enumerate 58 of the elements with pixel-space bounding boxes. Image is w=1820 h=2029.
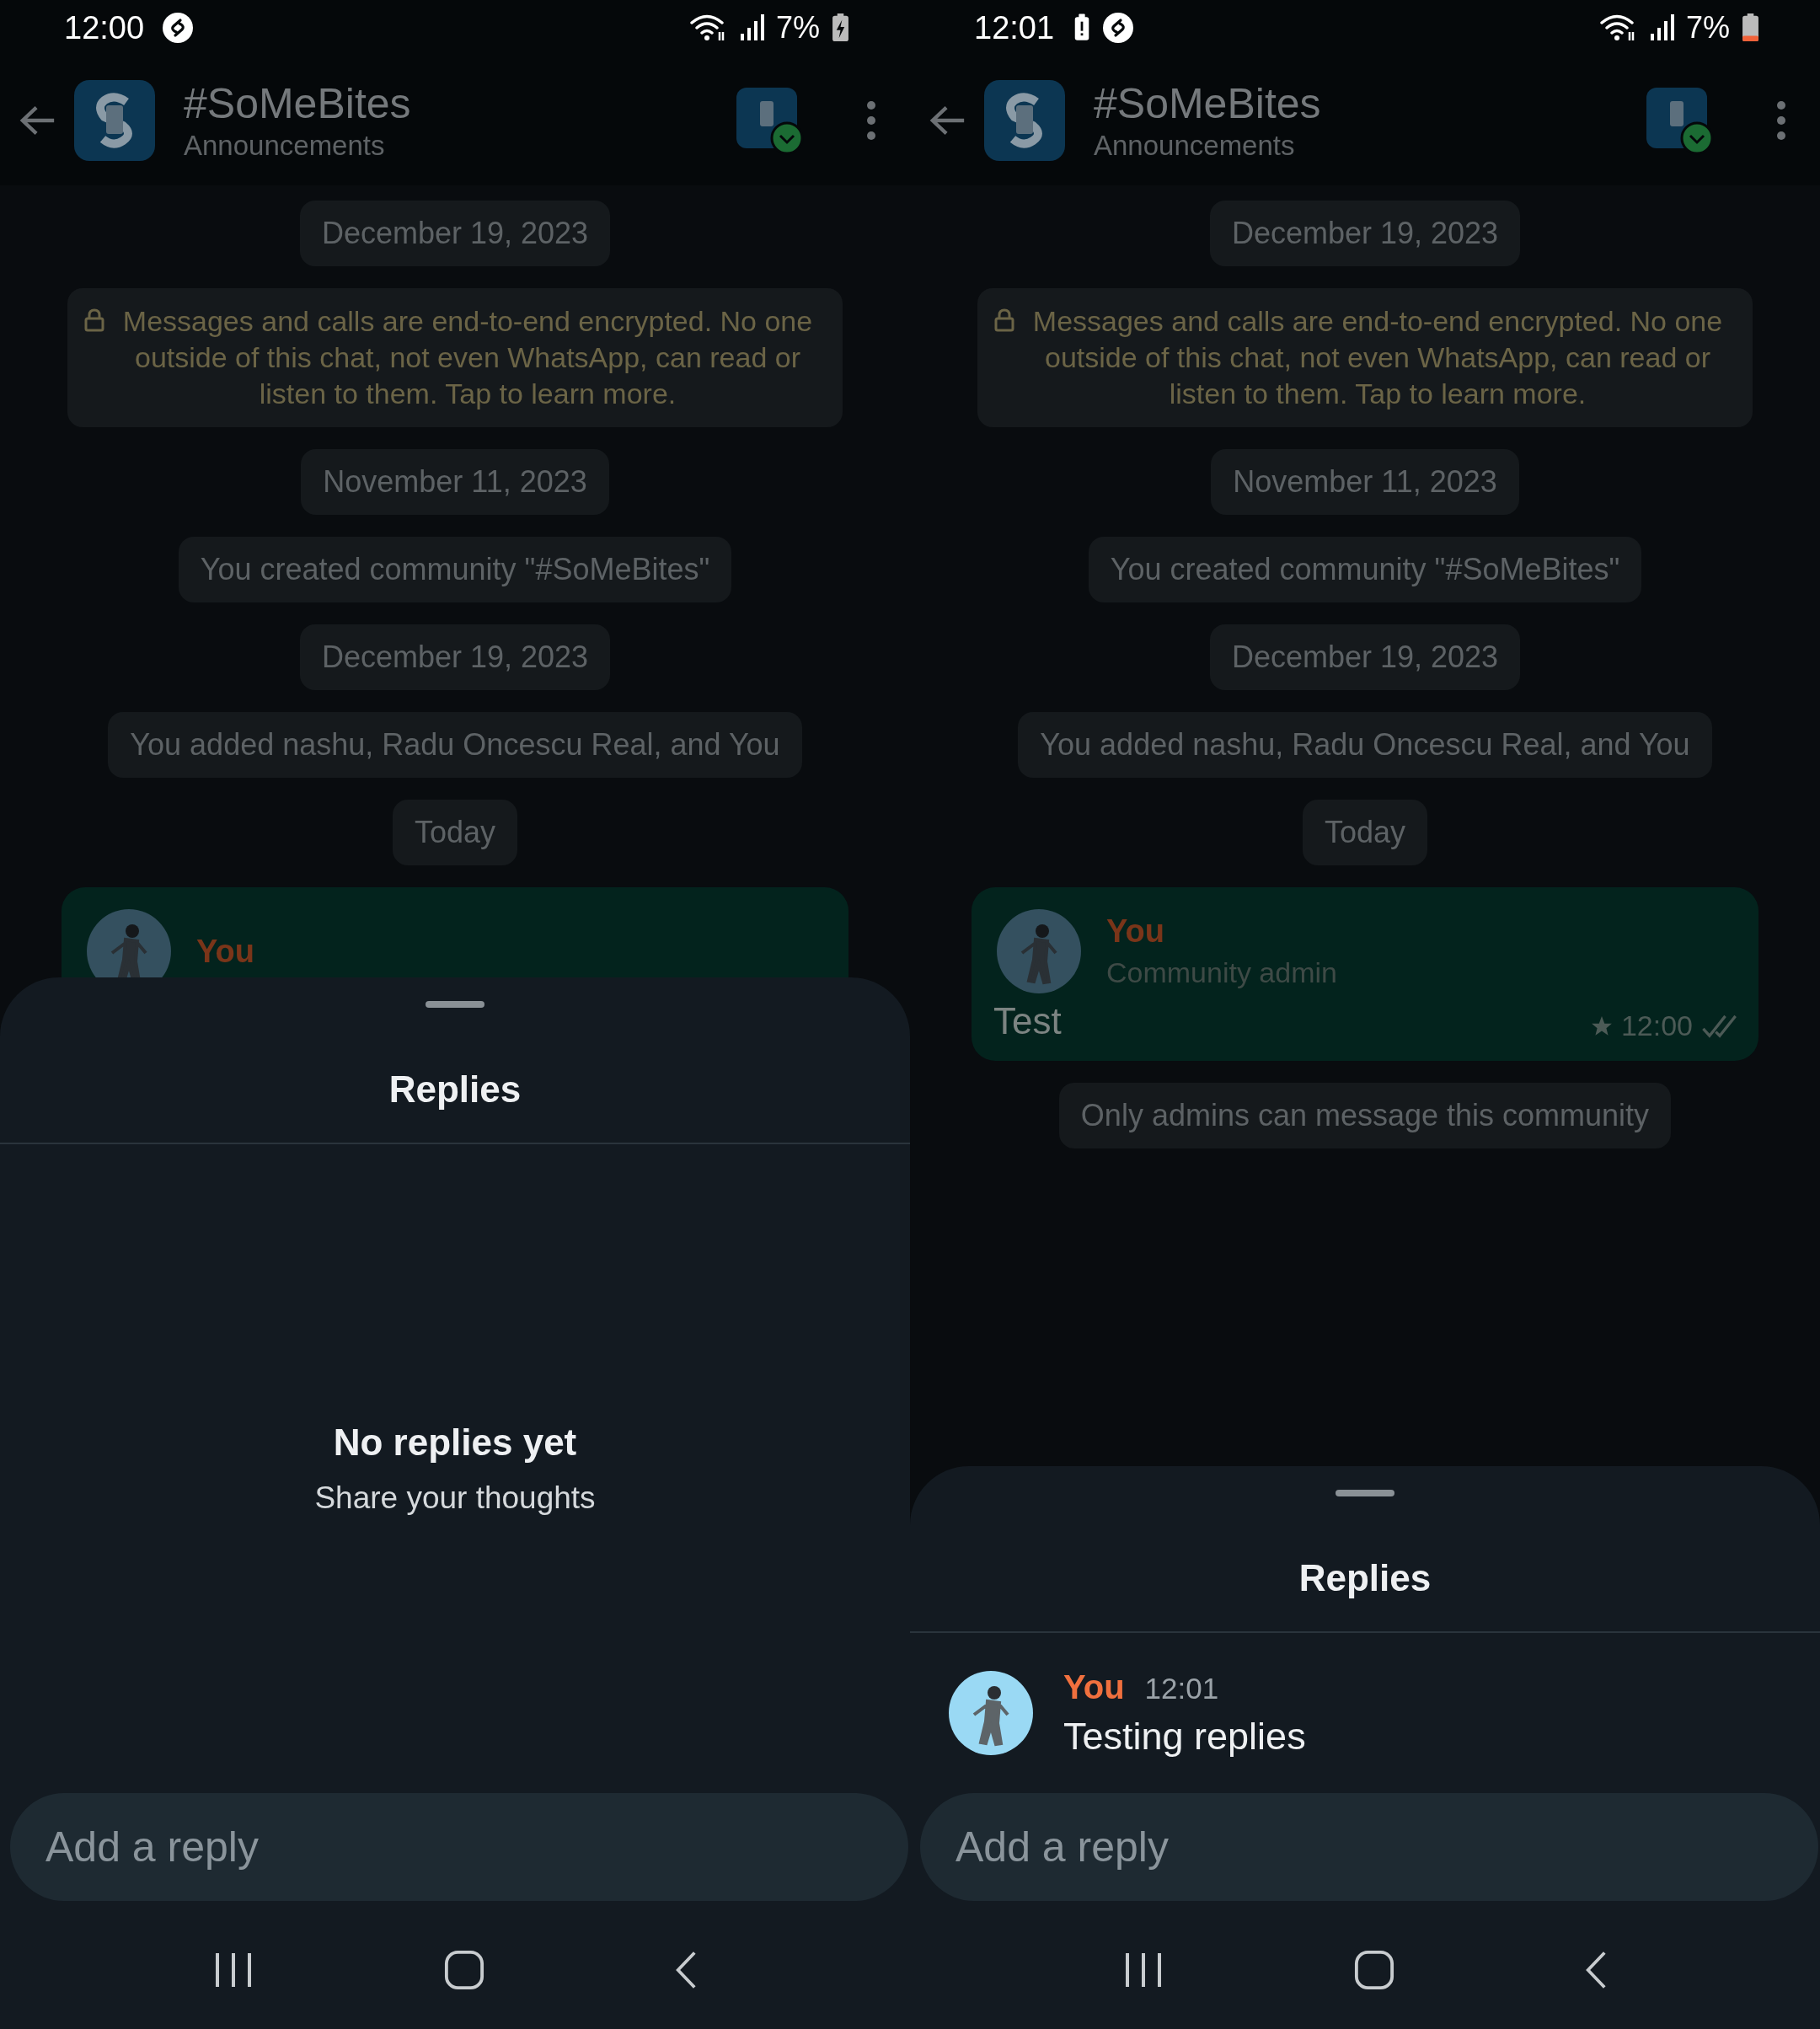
drag-handle[interactable] [426, 1001, 484, 1008]
home-icon[interactable] [1354, 1950, 1394, 1990]
date-chip: December 19, 2023 [299, 624, 611, 690]
sheet-title: Replies [1298, 1556, 1432, 1600]
message-time: 12:00 [1620, 1009, 1693, 1042]
battery-percent: 7% [1685, 10, 1730, 46]
lock-icon [994, 308, 1014, 332]
home-icon[interactable] [444, 1950, 484, 1990]
encryption-text: Messages and calls are end-to-end encrypted. No one outside of this chat, not even WhatsApp, can read or listen to them. Tap to learn more. [121, 304, 814, 411]
sender-role: Community admin [1106, 956, 1337, 989]
date-chip: December 19, 2023 [1209, 201, 1521, 266]
sender-name: You [196, 933, 254, 970]
date-chip: December 19, 2023 [1209, 624, 1521, 690]
lock-icon [84, 308, 104, 332]
message-bubble[interactable]: You Community admin Test 12:00 [972, 887, 1758, 1061]
reply-time: 12:01 [1144, 1671, 1219, 1705]
signal-icon [738, 13, 764, 42]
empty-title: No replies yet [333, 1421, 577, 1464]
chat-title: #SoMeBites [184, 79, 412, 128]
more-options-icon[interactable] [866, 100, 876, 141]
community-logo-icon[interactable] [984, 80, 1065, 161]
sender-name: You [1106, 913, 1165, 950]
date-chip: December 19, 2023 [299, 201, 611, 266]
reply-input-field[interactable]: Add a reply [10, 1793, 908, 1901]
community-logo-icon[interactable] [74, 80, 155, 161]
battery-percent: 7% [775, 10, 820, 46]
swirl-icon [163, 13, 194, 43]
encryption-notice[interactable]: Messages and calls are end-to-end encrypted. No one outside of this chat, not even WhatsApp, can read or listen to them. Tap to learn more. [977, 288, 1753, 427]
encryption-notice[interactable]: Messages and calls are end-to-end encrypted. No one outside of this chat, not even WhatsApp, can read or listen to them. Tap to learn more. [67, 288, 843, 427]
reply-text: Testing replies [1063, 1714, 1306, 1759]
system-notice: Only admins can message this community [1058, 1083, 1672, 1148]
sheet-title: Replies [388, 1068, 522, 1111]
signal-icon [1648, 13, 1674, 42]
avatar-icon [997, 909, 1081, 993]
chat-subtitle: Announcements [184, 130, 386, 162]
date-chip: November 11, 2023 [1211, 449, 1519, 515]
chat-subtitle: Announcements [1094, 130, 1296, 162]
drag-handle[interactable] [1336, 1490, 1394, 1496]
system-notice: You added nashu, Radu Oncescu Real, and You [108, 712, 802, 778]
reply-sender: You [1063, 1668, 1125, 1706]
community-switch-icon[interactable] [1645, 86, 1714, 155]
empty-subtitle: Share your thoughts [314, 1480, 596, 1516]
avatar-icon [949, 1671, 1033, 1755]
date-chip: November 11, 2023 [301, 449, 609, 515]
system-notice: You added nashu, Radu Oncescu Real, and You [1018, 712, 1712, 778]
community-switch-icon[interactable] [735, 86, 804, 155]
encryption-text: Messages and calls are end-to-end encrypted. No one outside of this chat, not even WhatsApp, can read or listen to them. Tap to learn more. [1031, 304, 1724, 411]
more-options-icon[interactable] [1776, 100, 1786, 141]
message-text: Test [993, 1000, 1062, 1042]
date-chip: Today [1302, 800, 1428, 865]
swirl-icon [1103, 13, 1134, 43]
system-notice: You created community "#SoMeBites" [1088, 537, 1642, 602]
status-time: 12:01 [974, 9, 1055, 46]
date-chip: Today [392, 800, 518, 865]
chat-title: #SoMeBites [1094, 79, 1322, 128]
system-notice: You created community "#SoMeBites" [178, 537, 732, 602]
status-time: 12:00 [64, 9, 145, 46]
reply-input-field[interactable]: Add a reply [920, 1793, 1818, 1901]
